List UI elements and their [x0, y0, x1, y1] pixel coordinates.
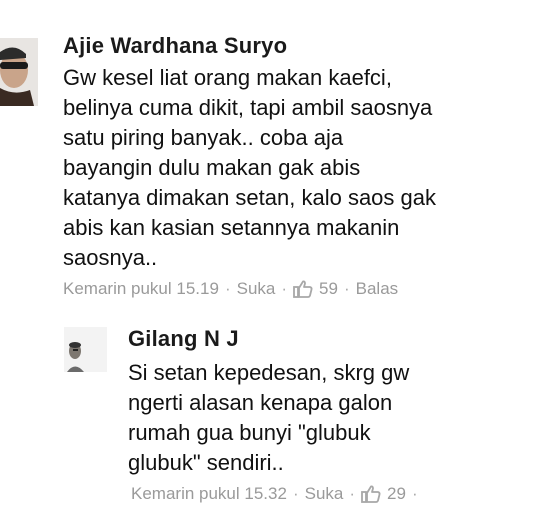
separator-dot: · [349, 484, 356, 503]
profile-photo-icon [0, 38, 38, 106]
separator-dot: · [292, 484, 299, 503]
reply-timestamp[interactable]: Kemarin pukul 15.32 [131, 484, 287, 504]
reply-line: rumah gua bunyi "glubuk [128, 420, 371, 445]
comment-body: Gw kesel liat orang makan kaefci, beliny… [63, 63, 533, 273]
thumbs-up-icon[interactable] [361, 484, 381, 504]
like-count[interactable]: 59 [319, 279, 338, 299]
comment-author-name[interactable]: Ajie Wardhana Suryo [63, 33, 287, 59]
reply-author-name[interactable]: Gilang N J [128, 326, 239, 352]
like-link[interactable]: Suka [305, 484, 344, 504]
like-link[interactable]: Suka [237, 279, 276, 299]
comment-meta: Kemarin pukul 15.19 · Suka · 59 · Balas [63, 279, 398, 299]
comment-line: belinya cuma dikit, tapi ambil saosnya [63, 95, 433, 120]
comment-author-avatar[interactable] [0, 38, 38, 106]
separator-dot: · [281, 279, 288, 298]
comment-timestamp[interactable]: Kemarin pukul 15.19 [63, 279, 219, 299]
reply-line: Si setan kepedesan, skrg gw [128, 360, 410, 385]
comment-line: satu piring banyak.. coba aja [63, 125, 344, 150]
comment-line: saosnya.. [63, 245, 158, 270]
like-count[interactable]: 29 [387, 484, 406, 504]
comment-line: abis kan kasian setannya makanin [63, 215, 400, 240]
comment-line: bayangin dulu makan gak abis [63, 155, 361, 180]
reply-meta: Kemarin pukul 15.32 · Suka · 29 · [131, 484, 424, 504]
thumbs-up-icon[interactable] [293, 279, 313, 299]
separator-dot: · [343, 279, 350, 298]
comment-line: Gw kesel liat orang makan kaefci, [63, 65, 392, 90]
reply-line: glubuk" sendiri.. [128, 450, 284, 475]
separator-dot: · [411, 484, 418, 503]
reply-line: ngerti alasan kenapa galon [128, 390, 393, 415]
reply-link[interactable]: Balas [356, 279, 399, 299]
comment-line: katanya dimakan setan, kalo saos gak [63, 185, 437, 210]
reply-body: Si setan kepedesan, skrg gw ngerti alasa… [128, 358, 528, 478]
reply-author-avatar[interactable] [64, 327, 107, 372]
profile-photo-icon [64, 327, 107, 372]
separator-dot: · [224, 279, 231, 298]
